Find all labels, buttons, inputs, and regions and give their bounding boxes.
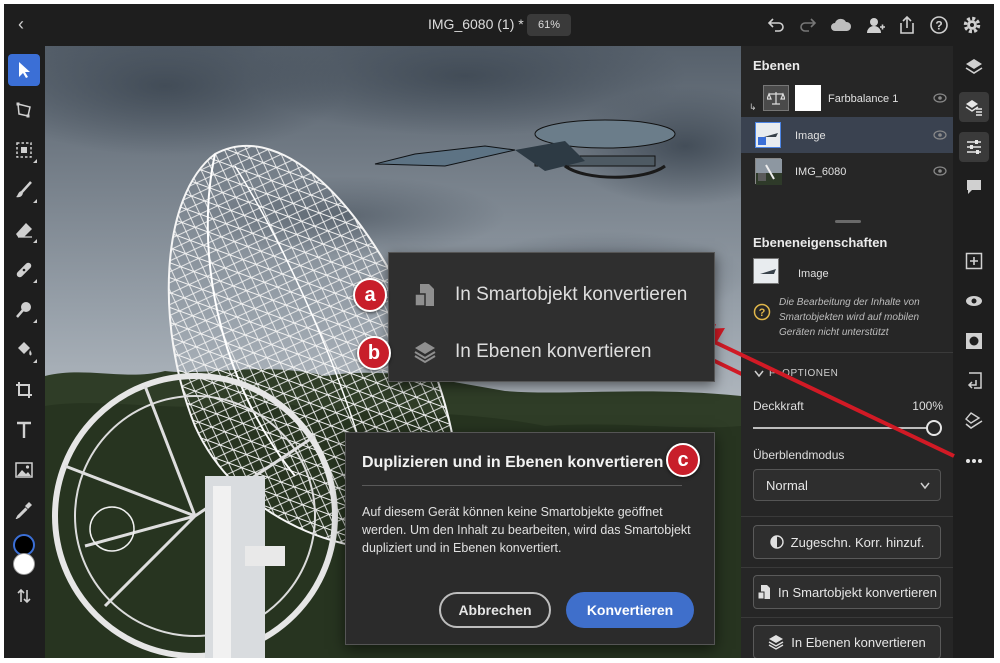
heal-icon[interactable]	[8, 254, 40, 286]
convert-dialog: Duplizieren und in Ebenen konvertieren A…	[345, 432, 715, 645]
convert-button[interactable]: Konvertieren	[566, 592, 694, 628]
eraser-icon[interactable]	[8, 214, 40, 246]
convert-layers-button[interactable]: In Ebenen konvertieren	[753, 625, 941, 658]
smart-object-icon	[757, 585, 771, 600]
text-icon[interactable]	[8, 414, 40, 446]
dialog-body: Auf diesem Gerät können keine Smartobjek…	[362, 505, 691, 555]
menu-item-label: In Ebenen konvertieren	[455, 341, 652, 362]
blend-mode-label: Überblendmodus	[753, 448, 845, 462]
layers-title: Ebenen	[753, 58, 800, 73]
add-layer-icon[interactable]	[959, 246, 989, 276]
smartobject-warning-text: Die Bearbeitung der Inhalte von Smartobj…	[779, 297, 920, 338]
clip-icon[interactable]	[959, 406, 989, 436]
blend-mode-select[interactable]: Normal	[753, 469, 941, 501]
layers-stack-icon	[768, 635, 784, 650]
menu-item-convert-layers[interactable]: In Ebenen konvertieren	[389, 324, 714, 380]
opacity-thumb[interactable]	[926, 420, 942, 436]
fill-options-header[interactable]: F OPTIONEN	[769, 368, 838, 379]
background-color-swatch[interactable]	[13, 553, 35, 575]
clone-icon[interactable]	[8, 294, 40, 326]
adjustments-icon[interactable]	[959, 132, 989, 162]
transform-icon[interactable]	[8, 94, 40, 126]
layer-mask-thumb	[795, 85, 821, 111]
place-image-icon[interactable]	[8, 454, 40, 486]
left-toolbar	[4, 46, 44, 658]
visibility-icon[interactable]	[959, 286, 989, 316]
redo-icon[interactable]	[796, 13, 820, 37]
swap-colors-icon[interactable]	[8, 580, 40, 612]
photoshop-app: ‹ IMG_6080 (1) * 61% ? Ebenen ↳ Farbbala…	[4, 4, 994, 658]
marker-c: c	[666, 443, 700, 477]
layers-properties-icon[interactable]	[959, 92, 989, 122]
layer-row-image[interactable]: Image	[741, 117, 953, 153]
import-icon[interactable]	[959, 366, 989, 396]
chevron-left-icon[interactable]: ‹	[18, 14, 24, 35]
chevron-down-icon	[920, 482, 930, 490]
dialog-separator	[362, 485, 682, 486]
eyedropper-icon[interactable]	[8, 494, 40, 526]
opacity-track	[753, 427, 933, 429]
properties-layer-thumb	[753, 258, 779, 284]
mask-icon[interactable]	[959, 326, 989, 356]
top-bar: ‹ IMG_6080 (1) * 61% ?	[4, 4, 994, 46]
convert-context-menu: In Smartobjekt konvertieren In Ebenen ko…	[388, 252, 715, 382]
properties-layer-name: Image	[798, 268, 829, 280]
svg-text:?: ?	[759, 307, 766, 319]
cancel-button[interactable]: Abbrechen	[439, 592, 551, 628]
fill-icon[interactable]	[8, 334, 40, 366]
selection-icon[interactable]	[8, 134, 40, 166]
dialog-title: Duplizieren und in Ebenen konvertieren	[362, 454, 664, 471]
zoom-level[interactable]: 61%	[527, 14, 571, 36]
eye-icon[interactable]	[933, 93, 947, 103]
layer-name: Farbbalance 1	[828, 93, 899, 105]
right-rail	[953, 46, 994, 658]
layers-stack-icon	[414, 342, 436, 364]
warning-help-icon: ?	[753, 303, 771, 321]
document-title: IMG_6080 (1) *	[428, 16, 524, 32]
blend-mode-value: Normal	[766, 478, 808, 493]
gear-icon[interactable]	[960, 13, 984, 37]
share-user-icon[interactable]	[863, 13, 887, 37]
opacity-label: Deckkraft	[753, 399, 804, 413]
layer-row-img6080[interactable]: IMG_6080	[741, 153, 953, 189]
smart-object-icon	[414, 284, 434, 307]
undo-icon[interactable]	[764, 13, 788, 37]
layer-name: IMG_6080	[795, 166, 847, 178]
layer-row-colorbalance[interactable]: ↳ Farbbalance 1	[741, 80, 953, 116]
more-icon[interactable]	[959, 446, 989, 476]
menu-item-label: In Smartobjekt konvertieren	[455, 284, 688, 305]
chevron-down-icon[interactable]	[754, 370, 764, 378]
adjustment-circle-icon	[769, 535, 784, 549]
comment-icon[interactable]	[959, 172, 989, 202]
add-clipped-adjustment-button[interactable]: Zugeschn. Korr. hinzuf.	[753, 525, 941, 559]
panel-resize-handle[interactable]	[835, 220, 861, 223]
button-label: Zugeschn. Korr. hinzuf.	[790, 534, 925, 550]
properties-title: Ebeneneigenschaften	[753, 235, 888, 250]
clip-indicator-icon: ↳	[749, 102, 757, 112]
layer-name: Image	[795, 130, 826, 142]
export-icon[interactable]	[895, 13, 919, 37]
select-icon[interactable]	[8, 54, 40, 86]
button-label: In Ebenen konvertieren	[791, 634, 926, 650]
menu-item-convert-smartobject[interactable]: In Smartobjekt konvertieren	[389, 267, 714, 323]
button-label: In Smartobjekt konvertieren	[778, 584, 937, 600]
eye-icon[interactable]	[933, 130, 947, 140]
marker-b: b	[357, 336, 391, 370]
layers-icon[interactable]	[959, 52, 989, 82]
balance-scale-icon	[763, 85, 789, 111]
svg-text:?: ?	[935, 19, 942, 33]
layers-panel: Ebenen ↳ Farbbalance 1 Image IMG_6080 Eb…	[741, 46, 953, 658]
smart-object-thumb	[755, 158, 782, 185]
crop-icon[interactable]	[8, 374, 40, 406]
opacity-slider[interactable]	[753, 420, 942, 436]
marker-a: a	[353, 278, 387, 312]
opacity-value: 100%	[912, 399, 943, 413]
help-icon[interactable]: ?	[927, 13, 951, 37]
eye-icon[interactable]	[933, 166, 947, 176]
convert-smartobject-button[interactable]: In Smartobjekt konvertieren	[753, 575, 941, 609]
brush-icon[interactable]	[8, 174, 40, 206]
smart-object-thumb	[755, 122, 781, 148]
cloud-icon[interactable]	[829, 13, 853, 37]
